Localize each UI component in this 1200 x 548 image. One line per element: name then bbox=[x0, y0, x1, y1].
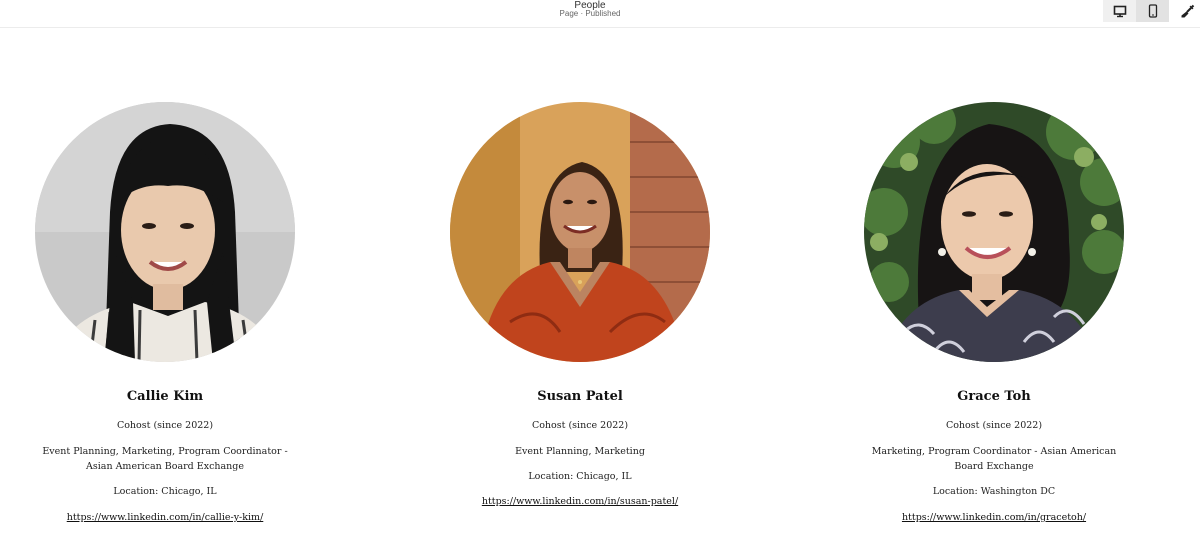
person-name: Susan Patel bbox=[537, 389, 623, 404]
person-skills: Event Planning, Marketing bbox=[515, 446, 645, 457]
person-role: Cohost (since 2022) bbox=[945, 420, 1043, 431]
person-card: Grace Toh Cohost (since 2022) Marketing,… bbox=[854, 0, 1134, 548]
linkedin-link[interactable]: https://www.linkedin.com/in/gracetoh/ bbox=[854, 510, 1134, 525]
person-role: Cohost (since 2022) bbox=[531, 420, 629, 431]
person-location: Location: Chicago, IL bbox=[113, 486, 217, 497]
avatar bbox=[450, 102, 710, 362]
person-name: Callie Kim bbox=[126, 389, 204, 404]
person-location: Location: Chicago, IL bbox=[528, 471, 632, 482]
linkedin-link[interactable]: https://www.linkedin.com/in/susan-patel/ bbox=[440, 494, 720, 509]
person-name: Grace Toh bbox=[957, 389, 1031, 404]
person-location: Location: Washington DC bbox=[932, 486, 1056, 497]
people-section: Callie Kim Cohost (since 2022) Event Pla… bbox=[0, 0, 1200, 548]
linkedin-link[interactable]: https://www.linkedin.com/in/callie-y-kim… bbox=[25, 510, 305, 525]
person-skills: Marketing, Program Coordinator - Asian A… bbox=[871, 446, 1117, 472]
avatar bbox=[35, 102, 295, 362]
avatar bbox=[864, 102, 1124, 362]
person-card: Callie Kim Cohost (since 2022) Event Pla… bbox=[25, 0, 305, 548]
person-card: Susan Patel Cohost (since 2022) Event Pl… bbox=[440, 0, 720, 548]
person-role: Cohost (since 2022) bbox=[116, 420, 214, 431]
person-skills: Event Planning, Marketing, Program Coord… bbox=[42, 446, 288, 472]
